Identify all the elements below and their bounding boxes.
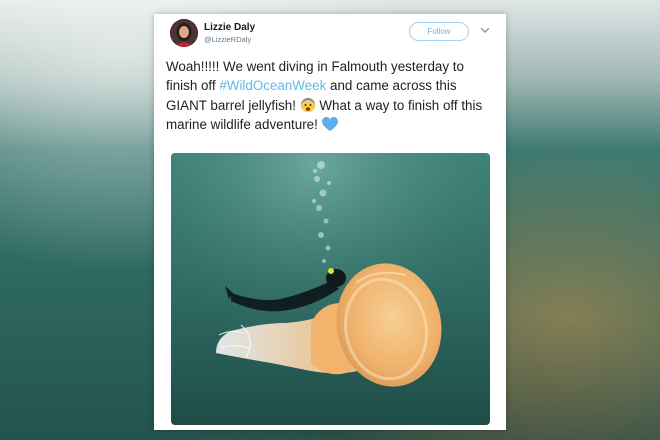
tweet-card: Lizzie Daly @LizzieRDaly Follow Woah!!!!… — [154, 14, 506, 430]
hashtag-link[interactable]: #WildOceanWeek — [219, 78, 326, 93]
tweet-photo[interactable] — [171, 153, 490, 425]
blue-heart-emoji-icon — [321, 116, 338, 131]
author-handle[interactable]: @LizzieRDaly — [204, 35, 251, 44]
follow-button[interactable]: Follow — [409, 22, 469, 41]
tweet-text: Woah!!!!! We went diving in Falmouth yes… — [166, 57, 496, 134]
avatar[interactable] — [170, 19, 198, 47]
chevron-down-icon[interactable] — [479, 24, 491, 36]
author-name[interactable]: Lizzie Daly — [204, 22, 255, 33]
fearful-face-emoji-icon — [300, 97, 316, 112]
